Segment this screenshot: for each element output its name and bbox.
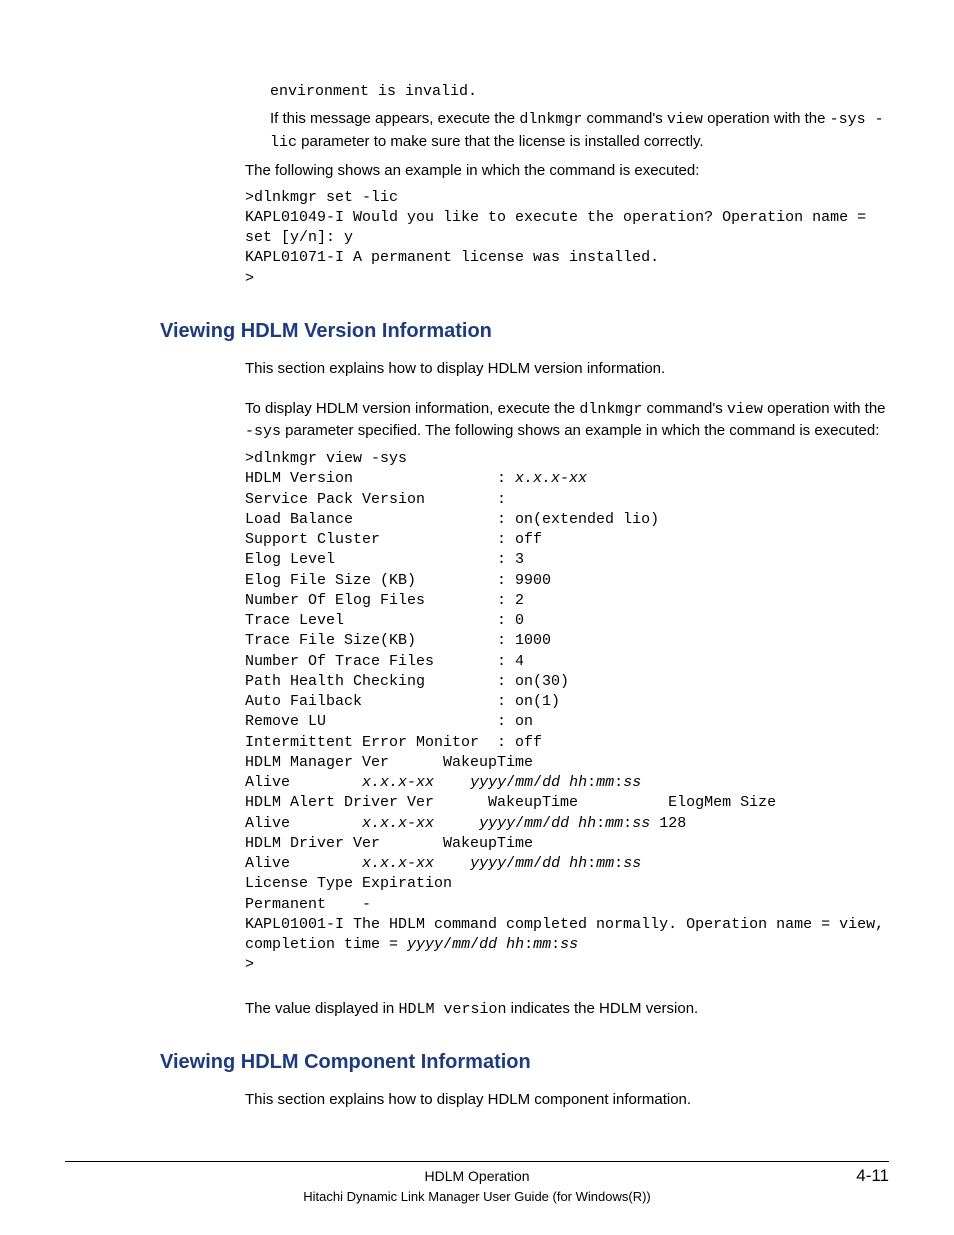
text: operation with the bbox=[703, 110, 830, 127]
code-line: Remove LU : on bbox=[245, 713, 533, 730]
code-line: Service Pack Version : bbox=[245, 491, 515, 508]
code-line: HDLM Alert Driver Ver WakeupTime ElogMem… bbox=[245, 794, 776, 811]
code-line: Alive x.x.x-xx yyyy/mm/dd hh:mm:ss bbox=[245, 774, 641, 791]
code-line: Auto Failback : on(1) bbox=[245, 693, 560, 710]
code-line: > bbox=[245, 956, 254, 973]
code-env-invalid: environment is invalid. bbox=[270, 82, 889, 102]
inline-code-view: view bbox=[667, 111, 703, 128]
heading-component-info: Viewing HDLM Component Information bbox=[160, 1048, 889, 1077]
footer-book-title: Hitachi Dynamic Link Manager User Guide … bbox=[65, 1188, 889, 1207]
footer-page-number: 4-11 bbox=[856, 1164, 889, 1189]
paragraph-if-message: If this message appears, execute the dln… bbox=[270, 108, 889, 154]
text: parameter to make sure that the license … bbox=[297, 133, 704, 150]
footer-section: HDLM Operation bbox=[424, 1166, 529, 1186]
text: indicates the HDLM version. bbox=[506, 1000, 698, 1017]
code-line: HDLM Manager Ver WakeupTime bbox=[245, 754, 533, 771]
code-line: Load Balance : on(extended lio) bbox=[245, 511, 659, 528]
text: operation with the bbox=[763, 400, 886, 417]
text: The value displayed in bbox=[245, 1000, 398, 1017]
text: command's bbox=[642, 400, 727, 417]
code-line: License Type Expiration bbox=[245, 875, 452, 892]
paragraph-following-example: The following shows an example in which … bbox=[245, 160, 889, 182]
code-line: HDLM Version : x.x.x-xx bbox=[245, 470, 587, 487]
code-line: Alive x.x.x-xx yyyy/mm/dd hh:mm:ss 128 bbox=[245, 815, 686, 832]
code-line: Alive x.x.x-xx yyyy/mm/dd hh:mm:ss bbox=[245, 855, 641, 872]
code-example-view-sys: >dlnkmgr view -sys HDLM Version : x.x.x-… bbox=[245, 449, 889, 976]
code-line: Trace Level : 0 bbox=[245, 612, 524, 629]
code-example-set-lic: >dlnkmgr set -lic KAPL01049-I Would you … bbox=[245, 188, 889, 289]
text: To display HDLM version information, exe… bbox=[245, 400, 579, 417]
paragraph-value-displayed: The value displayed in HDLM version indi… bbox=[245, 998, 889, 1021]
code-line: KAPL01001-I The HDLM command completed n… bbox=[245, 916, 893, 953]
inline-code-dlnkmgr: dlnkmgr bbox=[519, 111, 582, 128]
heading-version-info: Viewing HDLM Version Information bbox=[160, 317, 889, 346]
paragraph-sec1-todisplay: To display HDLM version information, exe… bbox=[245, 398, 889, 444]
code-line: Intermittent Error Monitor : off bbox=[245, 734, 542, 751]
code-line: HDLM Driver Ver WakeupTime bbox=[245, 835, 533, 852]
text: command's bbox=[582, 110, 667, 127]
code-line: Number Of Trace Files : 4 bbox=[245, 653, 524, 670]
inline-code-sys: -sys bbox=[245, 423, 281, 440]
inline-code-view: view bbox=[727, 401, 763, 418]
page-footer: HDLM Operation 4-11 Hitachi Dynamic Link… bbox=[65, 1161, 889, 1207]
code-line: Trace File Size(KB) : 1000 bbox=[245, 632, 551, 649]
code-line: Number Of Elog Files : 2 bbox=[245, 592, 524, 609]
code-line: >dlnkmgr view -sys bbox=[245, 450, 407, 467]
paragraph-sec2-explain: This section explains how to display HDL… bbox=[245, 1089, 889, 1111]
code-line: Elog File Size (KB) : 9900 bbox=[245, 572, 551, 589]
code-line: Permanent - bbox=[245, 896, 371, 913]
paragraph-sec1-explain: This section explains how to display HDL… bbox=[245, 358, 889, 380]
code-line: Support Cluster : off bbox=[245, 531, 542, 548]
code-line: Elog Level : 3 bbox=[245, 551, 524, 568]
inline-code-dlnkmgr: dlnkmgr bbox=[579, 401, 642, 418]
text: parameter specified. The following shows… bbox=[281, 422, 879, 439]
code-line: Path Health Checking : on(30) bbox=[245, 673, 569, 690]
text: If this message appears, execute the bbox=[270, 110, 519, 127]
inline-code-hdlm-version: HDLM version bbox=[398, 1001, 506, 1018]
